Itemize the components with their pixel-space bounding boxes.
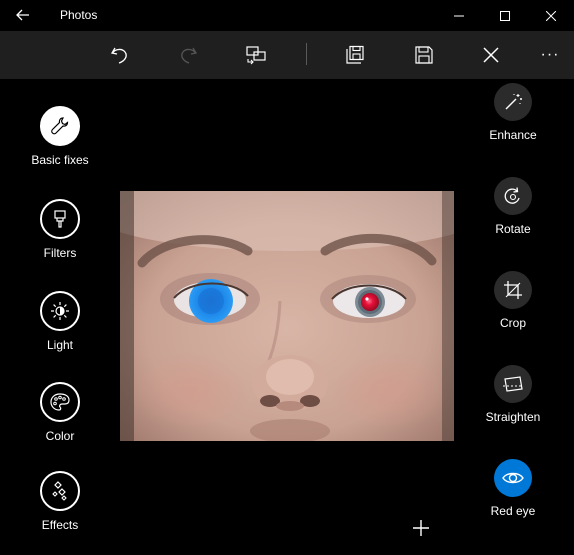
save-copy-button[interactable] [333,31,377,79]
tool-red-eye[interactable]: Red eye [463,459,563,518]
back-arrow-icon [16,9,29,21]
rotate-icon [504,187,520,204]
light-circle [40,291,80,331]
tool-label: Rotate [495,222,531,236]
add-button[interactable] [407,514,435,542]
red-eye-circle [494,459,532,497]
sun-icon [51,302,69,320]
basic-fixes-circle [40,106,80,146]
app-title: Photos [60,8,98,22]
more-options-button[interactable]: ··· [528,31,572,79]
filters-circle [40,199,80,239]
window-close-button[interactable] [528,0,574,31]
plus-icon [413,520,429,536]
rotate-circle [494,177,532,215]
tool-filters[interactable]: Filters [10,199,110,260]
compare-icon [246,46,266,65]
toolbar-divider [306,43,307,65]
redo-button [166,31,210,79]
magic-wand-icon [505,94,522,110]
save-icon [415,46,433,64]
tool-label: Straighten [485,410,541,424]
tool-label: Light [46,338,74,352]
effects-icon [52,481,67,501]
tool-effects[interactable]: Effects [10,471,110,532]
window-close-icon [546,10,556,21]
maximize-icon [500,10,510,21]
minimize-button[interactable] [436,0,482,31]
palette-icon [50,393,70,411]
undo-icon [110,47,127,64]
color-circle [40,382,80,422]
filter-brush-icon [54,210,66,228]
tool-label: Red eye [490,504,536,518]
eye-icon [502,472,524,484]
compare-button[interactable] [234,31,278,79]
undo-button[interactable] [98,31,142,79]
close-icon [483,47,499,63]
tool-light[interactable]: Light [10,291,110,352]
crop-circle [494,271,532,309]
straighten-icon [503,376,523,392]
wrench-icon [51,117,69,135]
tool-enhance[interactable]: Enhance [463,83,563,142]
enhance-circle [494,83,532,121]
straighten-circle [494,365,532,403]
photos-app-window: Photos ··· Basic fixes Filters Light Col… [0,0,574,555]
tool-label: Enhance [489,128,537,142]
tool-straighten[interactable]: Straighten [463,365,563,424]
face-photo [120,191,454,441]
tool-rotate[interactable]: Rotate [463,177,563,236]
crop-icon [504,281,522,299]
effects-circle [40,471,80,511]
tool-label: Color [45,429,75,443]
cancel-edit-button[interactable] [469,31,513,79]
photo-canvas[interactable] [120,191,454,441]
more-icon: ··· [540,46,560,63]
save-button[interactable] [402,31,446,79]
tool-label: Effects [41,518,79,532]
tool-label: Basic fixes [31,153,89,167]
minimize-icon [454,15,464,16]
redo-icon [181,47,198,64]
tool-label: Crop [499,316,526,330]
back-button[interactable] [8,2,38,28]
tool-basic-fixes[interactable]: Basic fixes [10,106,110,167]
tool-color[interactable]: Color [10,382,110,443]
maximize-button[interactable] [482,0,528,31]
edit-toolbar: ··· [0,31,574,79]
save-copy-icon [346,45,364,64]
tool-label: Filters [43,246,77,260]
tool-crop[interactable]: Crop [463,271,563,330]
title-bar: Photos [0,0,574,31]
